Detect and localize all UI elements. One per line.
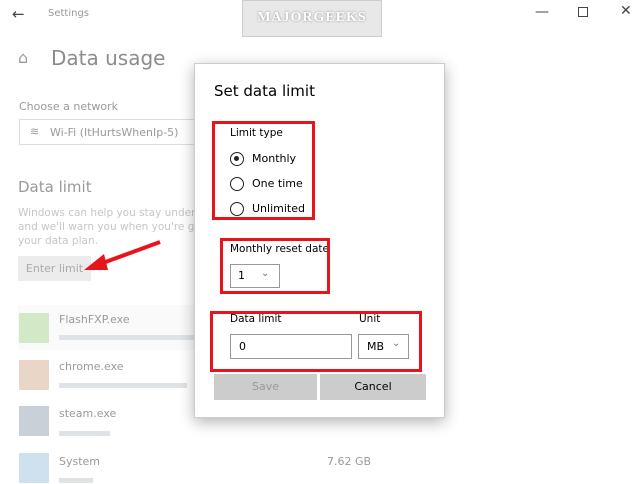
app-row[interactable]: System 7.62 GB [18, 447, 378, 484]
usage-bar [59, 478, 93, 483]
save-button[interactable]: Save [214, 374, 317, 400]
chrome-icon [19, 360, 49, 390]
highlight-box-data-limit [210, 311, 422, 372]
app-row[interactable]: chrome.exe [18, 353, 198, 398]
app-usage: 7.62 GB [327, 455, 372, 468]
flashfxp-icon [19, 313, 49, 343]
app-name: chrome.exe [59, 360, 124, 373]
usage-bar [59, 383, 187, 388]
system-icon [19, 453, 49, 483]
usage-bar [59, 431, 110, 436]
app-name: System [59, 455, 101, 468]
app-name: FlashFXP.exe [59, 313, 130, 326]
app-name: steam.exe [59, 407, 117, 420]
highlight-box-limit-type [212, 121, 315, 220]
dialog-title: Set data limit [214, 82, 315, 100]
cancel-button[interactable]: Cancel [320, 374, 426, 400]
steam-icon [19, 406, 49, 436]
highlight-box-reset-date [220, 238, 330, 294]
app-row[interactable]: steam.exe [18, 400, 198, 445]
usage-bar [59, 335, 199, 340]
app-row[interactable]: FlashFXP.exe [18, 305, 199, 350]
